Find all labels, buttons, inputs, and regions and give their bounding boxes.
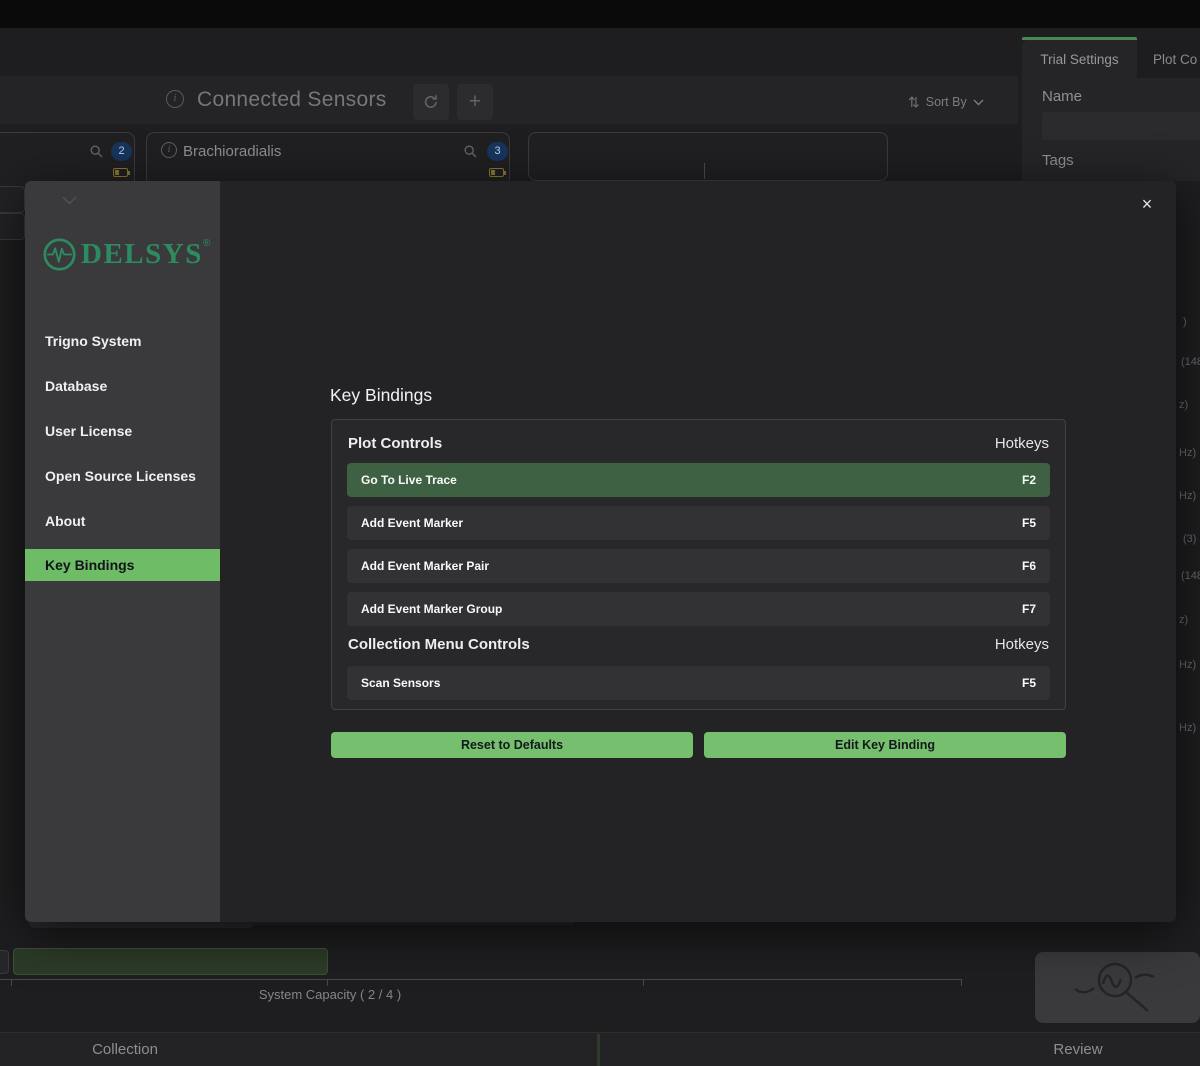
tab-collection[interactable]: Collection xyxy=(60,1041,190,1058)
key-bindings-title: Key Bindings xyxy=(330,385,432,406)
clipped-label-fragment: z) xyxy=(1179,614,1188,626)
close-dialog-button[interactable]: × xyxy=(1132,189,1162,219)
refresh-icon xyxy=(422,93,440,111)
chevron-down-icon xyxy=(973,99,984,106)
tab-divider xyxy=(597,1034,600,1066)
section-header: Collection Menu Controls xyxy=(348,636,530,653)
background-panel-fragment xyxy=(0,186,25,213)
sensor-card-empty[interactable] xyxy=(528,132,888,181)
hotkeys-column-header: Hotkeys xyxy=(995,636,1049,653)
binding-hotkey: F5 xyxy=(1022,516,1036,530)
plot-cursor-line xyxy=(704,163,705,179)
sidebar-item-about[interactable]: About xyxy=(25,505,220,537)
section-header: Plot Controls xyxy=(348,435,442,452)
review-drop-target[interactable] xyxy=(1035,952,1200,1023)
tab-review[interactable]: Review xyxy=(1028,1041,1128,1058)
binding-hotkey: F2 xyxy=(1022,473,1036,487)
keybinding-row-scan-sensors[interactable]: Scan Sensors F5 xyxy=(347,666,1050,700)
page-title: Connected Sensors xyxy=(197,88,387,112)
background-bar-fragment xyxy=(254,922,574,925)
sensor-count-badge: 3 xyxy=(487,142,508,161)
sort-arrows-icon: ⇅ xyxy=(908,94,920,111)
delsys-logo: DELSYS ® xyxy=(42,237,210,272)
keybinding-row-add-event-marker-pair[interactable]: Add Event Marker Pair F6 xyxy=(347,549,1050,583)
clipped-label-fragment: Hz) xyxy=(1179,659,1196,671)
search-icon[interactable] xyxy=(463,144,478,159)
info-icon: i xyxy=(161,142,177,158)
name-label: Name xyxy=(1042,88,1082,105)
section-collection-menu-controls: Collection Menu Controls Hotkeys xyxy=(348,632,1049,656)
connected-sensors-header xyxy=(0,76,1018,124)
app-window: i Connected Sensors + ⇅ Sort By 2 i Brac… xyxy=(0,0,1200,1066)
clipped-label-fragment: z) xyxy=(1179,399,1188,411)
tags-label: Tags xyxy=(1042,152,1074,169)
battery-icon xyxy=(489,168,504,177)
clipped-label-fragment: Hz) xyxy=(1179,490,1196,502)
capacity-tick xyxy=(11,979,12,986)
clipped-label-fragment: ) xyxy=(1183,316,1187,328)
edit-key-binding-button[interactable]: Edit Key Binding xyxy=(704,732,1066,758)
binding-hotkey: F6 xyxy=(1022,559,1036,573)
sidebar-item-open-source-licenses[interactable]: Open Source Licenses xyxy=(25,460,220,492)
binding-hotkey: F5 xyxy=(1022,676,1036,690)
binding-label: Add Event Marker xyxy=(361,516,463,530)
capacity-tick xyxy=(327,979,328,986)
sensor-name: Brachioradialis xyxy=(183,143,281,160)
trial-name-input[interactable] xyxy=(1042,112,1200,140)
battery-icon xyxy=(113,168,128,177)
key-bindings-panel: Plot Controls Hotkeys Go To Live Trace F… xyxy=(331,419,1066,710)
sidebar-item-user-license[interactable]: User License xyxy=(25,415,220,447)
sort-by-control[interactable]: ⇅ Sort By xyxy=(908,84,1012,120)
capacity-segment-offscreen xyxy=(0,950,9,974)
sensor-count-badge: 2 xyxy=(111,142,132,161)
keybinding-row-add-event-marker-group[interactable]: Add Event Marker Group F7 xyxy=(347,592,1050,626)
clipped-label-fragment: Hz) xyxy=(1179,722,1196,734)
reset-to-defaults-button[interactable]: Reset to Defaults xyxy=(331,732,693,758)
background-bar-fragment xyxy=(29,922,254,928)
clipped-label-fragment: (3) xyxy=(1183,533,1196,545)
sidebar-item-database[interactable]: Database xyxy=(25,370,220,402)
binding-label: Add Event Marker Pair xyxy=(361,559,489,573)
sidebar-item-key-bindings[interactable]: Key Bindings xyxy=(25,549,220,581)
window-titlebar xyxy=(0,0,1200,28)
plus-icon: + xyxy=(469,90,481,114)
clipped-label-fragment: (148 xyxy=(1181,570,1200,582)
registered-mark: ® xyxy=(203,238,210,249)
delsys-pulse-icon xyxy=(42,237,77,272)
chevron-down-icon xyxy=(62,196,77,205)
capacity-tick xyxy=(961,979,962,986)
system-capacity-label: System Capacity ( 2 / 4 ) xyxy=(205,987,455,1002)
section-plot-controls: Plot Controls Hotkeys xyxy=(348,431,1049,455)
background-panel-fragment xyxy=(0,213,25,240)
add-sensor-button[interactable]: + xyxy=(457,84,493,120)
info-icon: i xyxy=(166,90,184,108)
tab-plot-configuration[interactable]: Plot Co xyxy=(1137,40,1200,78)
keybinding-row-go-to-live-trace[interactable]: Go To Live Trace F2 xyxy=(347,463,1050,497)
binding-hotkey: F7 xyxy=(1022,602,1036,616)
hotkeys-column-header: Hotkeys xyxy=(995,435,1049,452)
delsys-wordmark: DELSYS xyxy=(81,237,203,271)
binding-label: Scan Sensors xyxy=(361,676,440,690)
system-capacity-fill xyxy=(13,948,328,975)
system-capacity-track xyxy=(0,979,962,980)
clipped-label-fragment: Hz) xyxy=(1179,447,1196,459)
search-icon[interactable] xyxy=(89,144,104,159)
sort-by-label: Sort By xyxy=(926,95,967,109)
sidebar-item-trigno-system[interactable]: Trigno System xyxy=(25,325,220,357)
waveform-magnifier-icon xyxy=(1069,958,1161,1018)
binding-label: Go To Live Trace xyxy=(361,473,457,487)
keybinding-row-add-event-marker[interactable]: Add Event Marker F5 xyxy=(347,506,1050,540)
tab-trial-settings[interactable]: Trial Settings xyxy=(1022,40,1137,78)
clipped-label-fragment: (148 xyxy=(1181,356,1200,368)
capacity-tick xyxy=(643,979,644,986)
binding-label: Add Event Marker Group xyxy=(361,602,502,616)
settings-dialog: × DELSYS ® Trigno System Database User L… xyxy=(25,181,1176,922)
refresh-sensors-button[interactable] xyxy=(413,84,449,120)
